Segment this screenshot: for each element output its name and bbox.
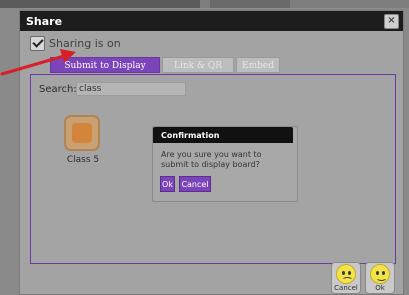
background-strip-mid bbox=[210, 0, 290, 8]
display-board-panel: Search: Class 5 Confirmation Are you sur… bbox=[30, 74, 396, 264]
background-window-strip bbox=[0, 0, 409, 8]
footer-ok-button[interactable]: Ok bbox=[365, 262, 395, 294]
search-input[interactable] bbox=[76, 82, 186, 96]
dialog-title: Share bbox=[26, 15, 63, 28]
happy-face-icon bbox=[370, 264, 390, 284]
tab-submit-display-board[interactable]: Submit to Display Board bbox=[50, 57, 160, 87]
class-tile-inner bbox=[72, 123, 92, 143]
confirmation-message: Are you sure you want to submit to displ… bbox=[161, 150, 262, 169]
confirm-cancel-button[interactable]: Cancel bbox=[179, 176, 211, 192]
sad-face-icon bbox=[336, 264, 356, 284]
class-item[interactable]: Class 5 bbox=[59, 115, 109, 175]
class-label: Class 5 bbox=[66, 155, 100, 165]
dialog-titlebar: Share × bbox=[20, 11, 403, 31]
sharing-checkbox[interactable] bbox=[30, 36, 45, 51]
confirmation-popup: Confirmation Are you sure you want to su… bbox=[152, 126, 298, 202]
confirm-ok-button[interactable]: Ok bbox=[160, 176, 175, 192]
tab-link-qr-code[interactable]: Link & QR code bbox=[162, 57, 234, 87]
search-label: Search: bbox=[39, 84, 77, 95]
sharing-label: Sharing is on bbox=[49, 37, 121, 50]
confirmation-title: Confirmation bbox=[161, 131, 220, 140]
tab-embed[interactable]: Embed bbox=[236, 57, 280, 73]
footer-ok-label: Ok bbox=[375, 284, 385, 292]
footer-cancel-label: Cancel bbox=[334, 284, 358, 292]
background-strip-dark bbox=[0, 0, 200, 8]
close-button[interactable]: × bbox=[384, 14, 399, 29]
class-tile-icon[interactable] bbox=[64, 115, 100, 151]
footer-cancel-button[interactable]: Cancel bbox=[331, 262, 361, 294]
confirmation-titlebar: Confirmation bbox=[153, 127, 293, 143]
share-dialog: Share × Sharing is on Submit to Display … bbox=[19, 10, 404, 295]
